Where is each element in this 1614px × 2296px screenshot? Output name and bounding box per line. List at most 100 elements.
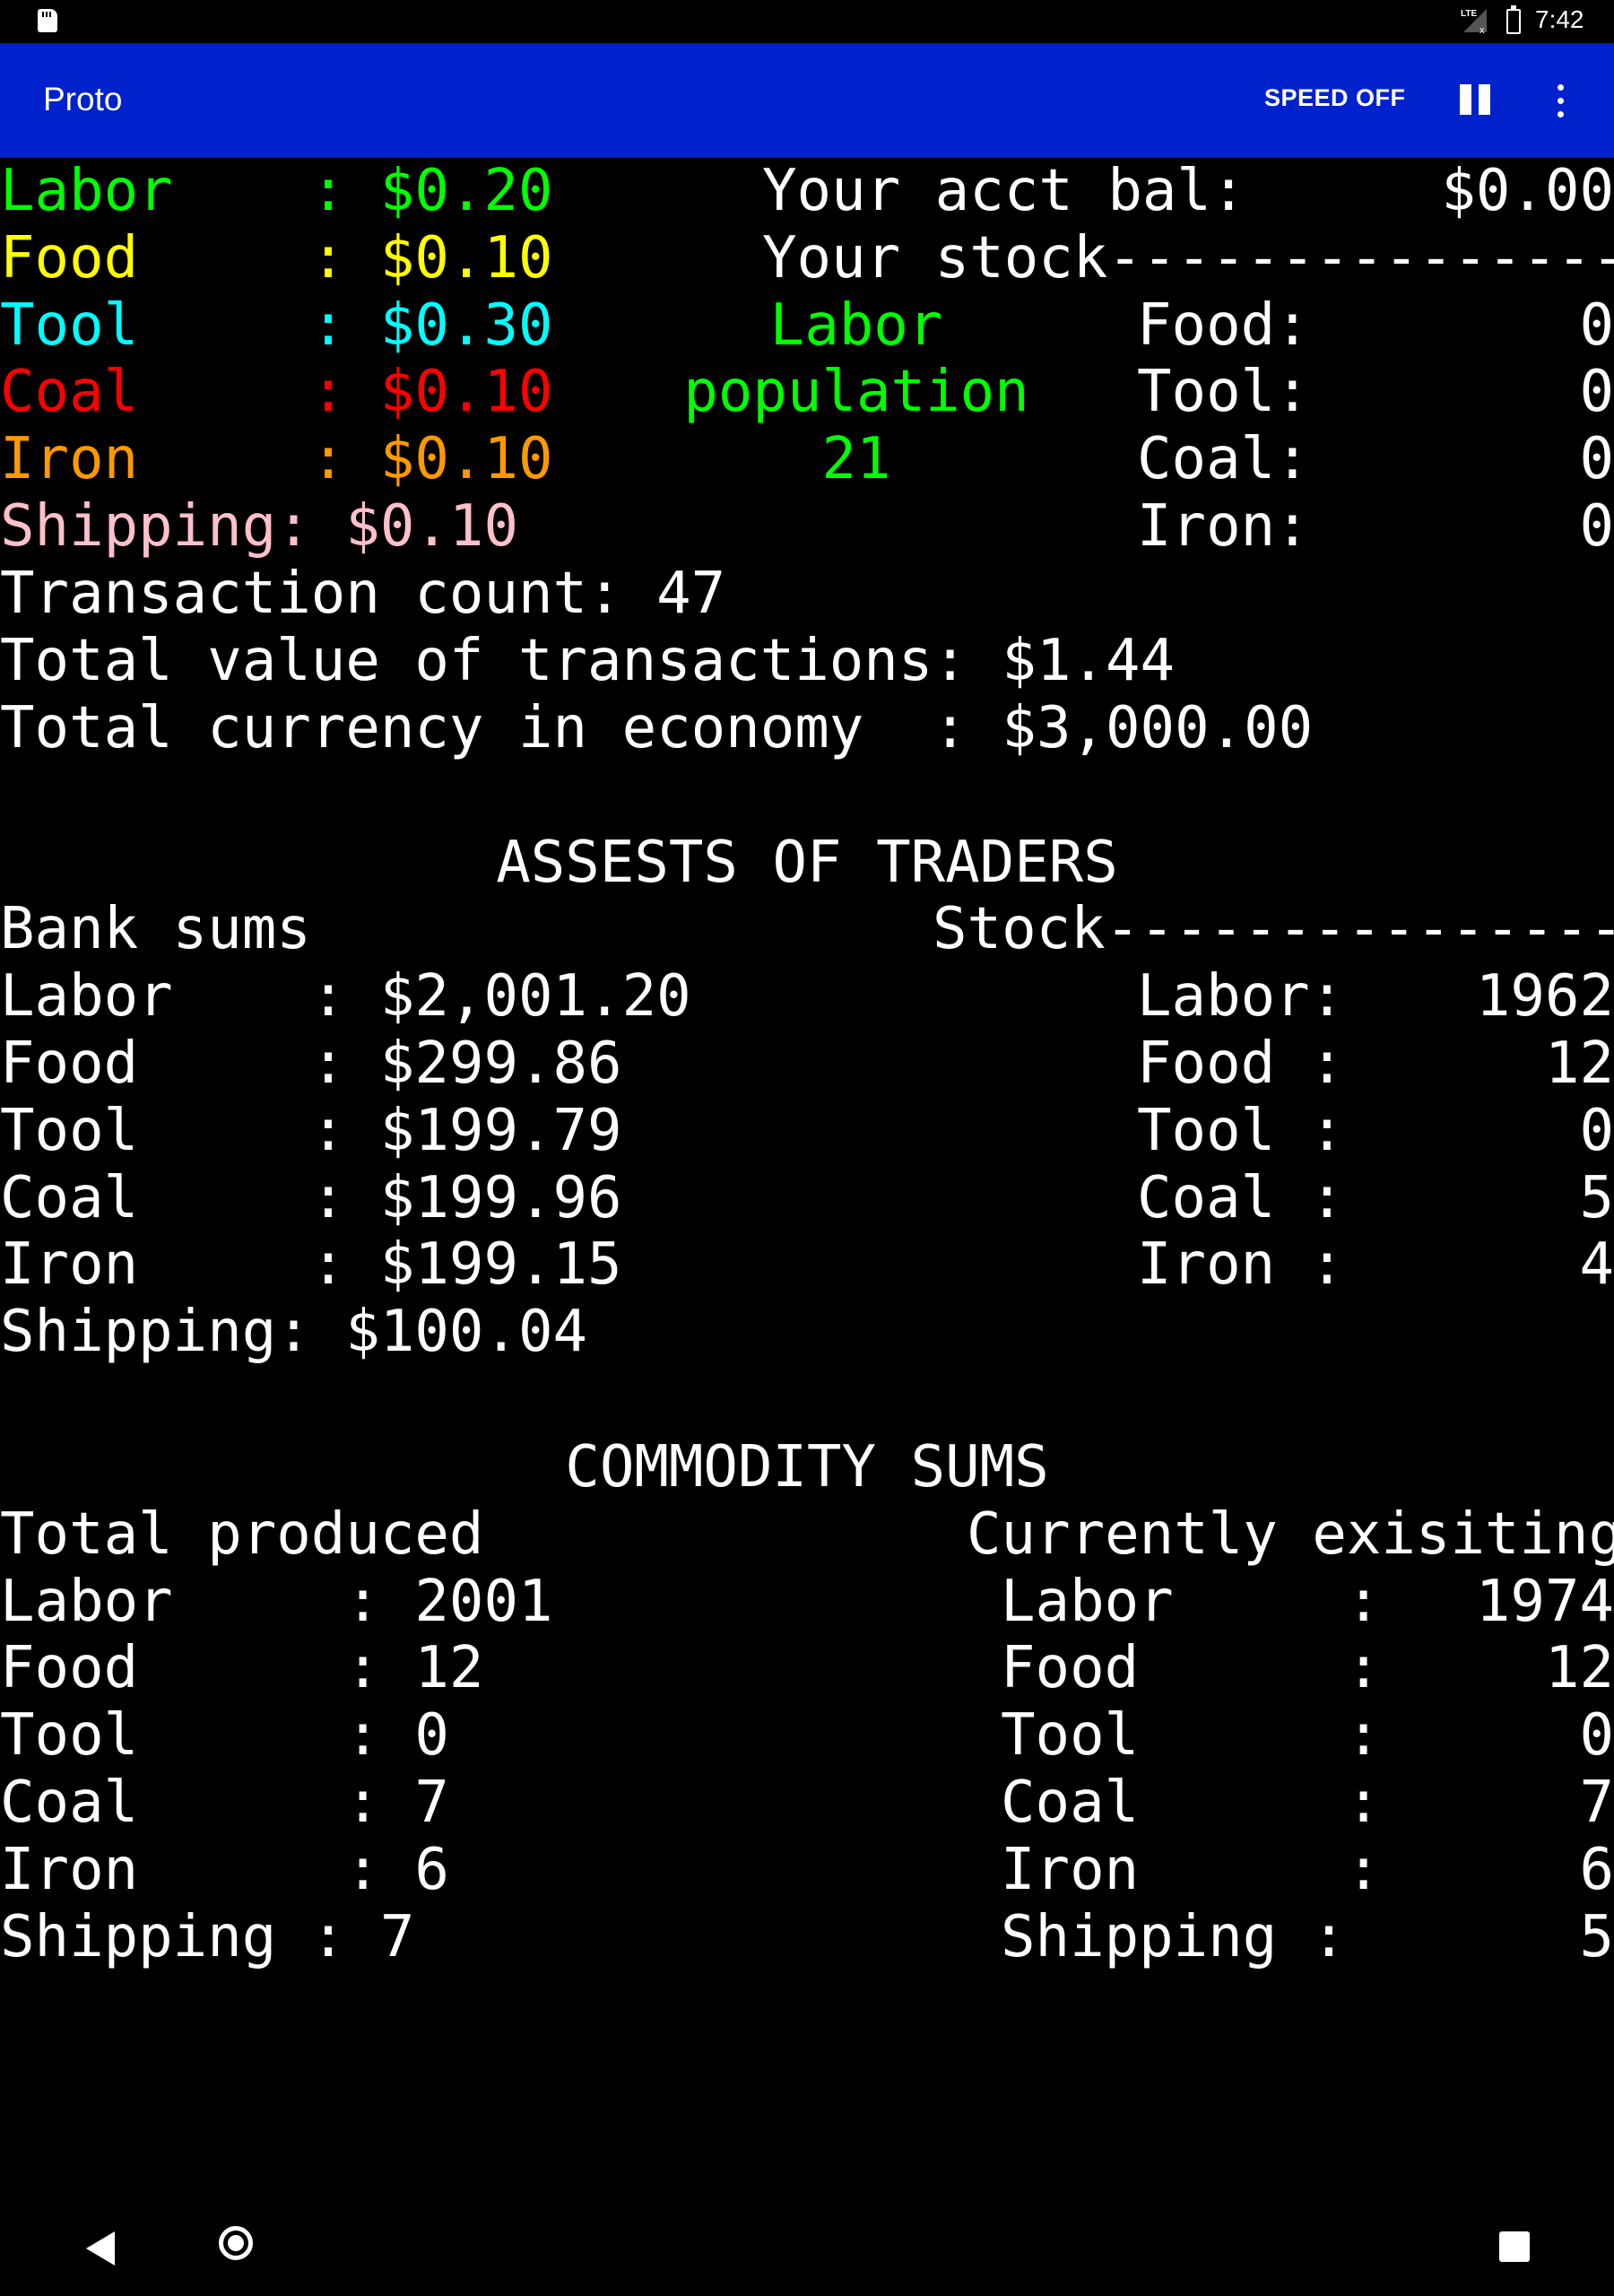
price-label: Iron: [0, 426, 311, 492]
existing-label: Labor :: [1001, 1569, 1381, 1635]
lte-signal-icon: LTE x: [1461, 9, 1487, 36]
trader-stock-header: Stock---------------: [933, 896, 1614, 962]
trader-stock-value: 4: [1579, 1231, 1614, 1298]
home-icon[interactable]: [219, 2226, 253, 2260]
account-stock-value: 0: [1579, 359, 1614, 425]
app-bar: Proto SPEED OFF: [0, 43, 1614, 158]
price-row-coal: Coal : $0.10: [0, 359, 553, 425]
produced-label: Coal :: [0, 1770, 415, 1836]
produced-label: Tool :: [0, 1702, 415, 1769]
navigation-bar: [0, 2179, 1614, 2296]
price-value: $0.10: [379, 359, 553, 425]
existing-value: 0: [1579, 1702, 1614, 1769]
trader-stock-value: 5: [1579, 1165, 1614, 1231]
bank-label: Shipping:: [0, 1299, 346, 1365]
status-bar: LTE x 7:42: [0, 0, 1614, 43]
produced-value: 12: [414, 1635, 484, 1701]
trader-stock-label: Food :: [1137, 1031, 1345, 1097]
labor-population-label: Labor: [769, 292, 943, 359]
trader-stock-label: Iron :: [1137, 1231, 1345, 1298]
existing-label: Coal :: [1001, 1770, 1381, 1836]
existing-label: Tool :: [1001, 1702, 1381, 1769]
bank-label: Coal :: [0, 1165, 380, 1231]
bank-label: Iron :: [0, 1231, 380, 1298]
produced-row: Tool : 0: [0, 1702, 449, 1770]
bank-value: $199.96: [379, 1165, 622, 1231]
total-currency: Total currency in economy : $3,000.00: [0, 695, 1314, 761]
labor-population-value: 21: [821, 426, 891, 492]
price-value: $0.10: [379, 225, 553, 291]
bank-label: Labor :: [0, 963, 380, 1030]
app-title: Proto: [43, 81, 123, 117]
price-value: $0.30: [379, 292, 553, 359]
trader-stock-label: Labor:: [1137, 963, 1345, 1030]
bank-row: Labor : $2,001.20: [0, 963, 691, 1031]
existing-value: 5: [1579, 1904, 1614, 1970]
price-row-food: Food : $0.10: [0, 225, 553, 291]
trader-stock-label: Tool :: [1137, 1098, 1345, 1164]
bank-label: Tool :: [0, 1098, 380, 1164]
account-balance-label: Your acct bal:: [762, 158, 1246, 224]
account-stock-label: Food:: [1137, 292, 1310, 359]
bank-row: Shipping: $100.04: [0, 1299, 587, 1366]
price-label: Tool: [0, 292, 311, 359]
price-row-shipping: Shipping: $0.10: [0, 493, 518, 560]
trader-stock-label: Coal :: [1137, 1165, 1345, 1231]
svg-text:x: x: [1480, 25, 1485, 36]
price-label: Labor: [0, 158, 311, 224]
transaction-total-value: Total value of transactions: $1.44: [0, 628, 1176, 694]
produced-value: 0: [414, 1702, 449, 1769]
bank-value: $299.86: [379, 1031, 622, 1097]
produced-value: 7: [414, 1770, 449, 1836]
existing-label: Shipping :: [1001, 1904, 1347, 1970]
produced-value: 2001: [414, 1569, 553, 1635]
bank-row: Iron : $199.15: [0, 1231, 622, 1299]
account-stock-header: Your stock---------------: [762, 225, 1614, 291]
account-stock-label: Tool:: [1137, 359, 1310, 425]
bank-row: Tool : $199.79: [0, 1098, 622, 1165]
existing-value: 1974: [1475, 1569, 1614, 1635]
bank-label: Food :: [0, 1031, 380, 1097]
svg-text:LTE: LTE: [1461, 9, 1477, 19]
price-value: $0.10: [345, 493, 518, 560]
account-stock-label: Iron:: [1137, 493, 1310, 560]
price-label: Coal: [0, 359, 311, 425]
battery-icon: [1506, 5, 1521, 34]
total-produced-header: Total produced: [0, 1501, 484, 1568]
account-balance-value: $0.00: [1441, 158, 1614, 224]
sd-card-icon: [38, 9, 57, 32]
transaction-count: Transaction count: 47: [0, 561, 726, 627]
recents-icon[interactable]: [1499, 2231, 1530, 2262]
price-label: Shipping: [0, 493, 277, 560]
account-stock-value: 0: [1579, 493, 1614, 560]
account-stock-label: Coal:: [1137, 426, 1310, 492]
labor-population-label: population: [683, 359, 1029, 425]
produced-label: Labor :: [0, 1569, 415, 1635]
produced-row: Labor : 2001: [0, 1569, 553, 1636]
pause-icon[interactable]: [1460, 84, 1492, 117]
speed-toggle-button[interactable]: SPEED OFF: [1264, 84, 1406, 112]
bank-value: $199.15: [379, 1231, 622, 1298]
bank-value: $2,001.20: [379, 963, 691, 1030]
produced-value: 7: [379, 1904, 415, 1970]
more-vert-icon[interactable]: [1542, 81, 1578, 122]
back-icon[interactable]: [86, 2231, 115, 2266]
produced-row: Shipping : 7: [0, 1904, 414, 1971]
price-label: Food: [0, 225, 311, 291]
existing-value: 12: [1544, 1635, 1614, 1701]
account-stock-value: 0: [1579, 426, 1614, 492]
produced-row: Iron : 6: [0, 1837, 449, 1904]
existing-value: 6: [1579, 1837, 1614, 1903]
bank-row: Food : $299.86: [0, 1031, 622, 1098]
trader-stock-value: 12: [1544, 1031, 1614, 1097]
produced-label: Shipping :: [0, 1904, 380, 1970]
price-row-iron: Iron : $0.10: [0, 426, 553, 492]
bank-value: $199.79: [379, 1098, 622, 1164]
existing-value: 7: [1579, 1770, 1614, 1836]
bank-row: Coal : $199.96: [0, 1165, 622, 1232]
bank-value: $100.04: [345, 1299, 588, 1365]
trader-stock-value: 1962: [1475, 963, 1614, 1030]
price-value: $0.20: [379, 158, 553, 224]
currently-existing-header: Currently exisiting: [967, 1501, 1614, 1568]
produced-value: 6: [414, 1837, 449, 1903]
